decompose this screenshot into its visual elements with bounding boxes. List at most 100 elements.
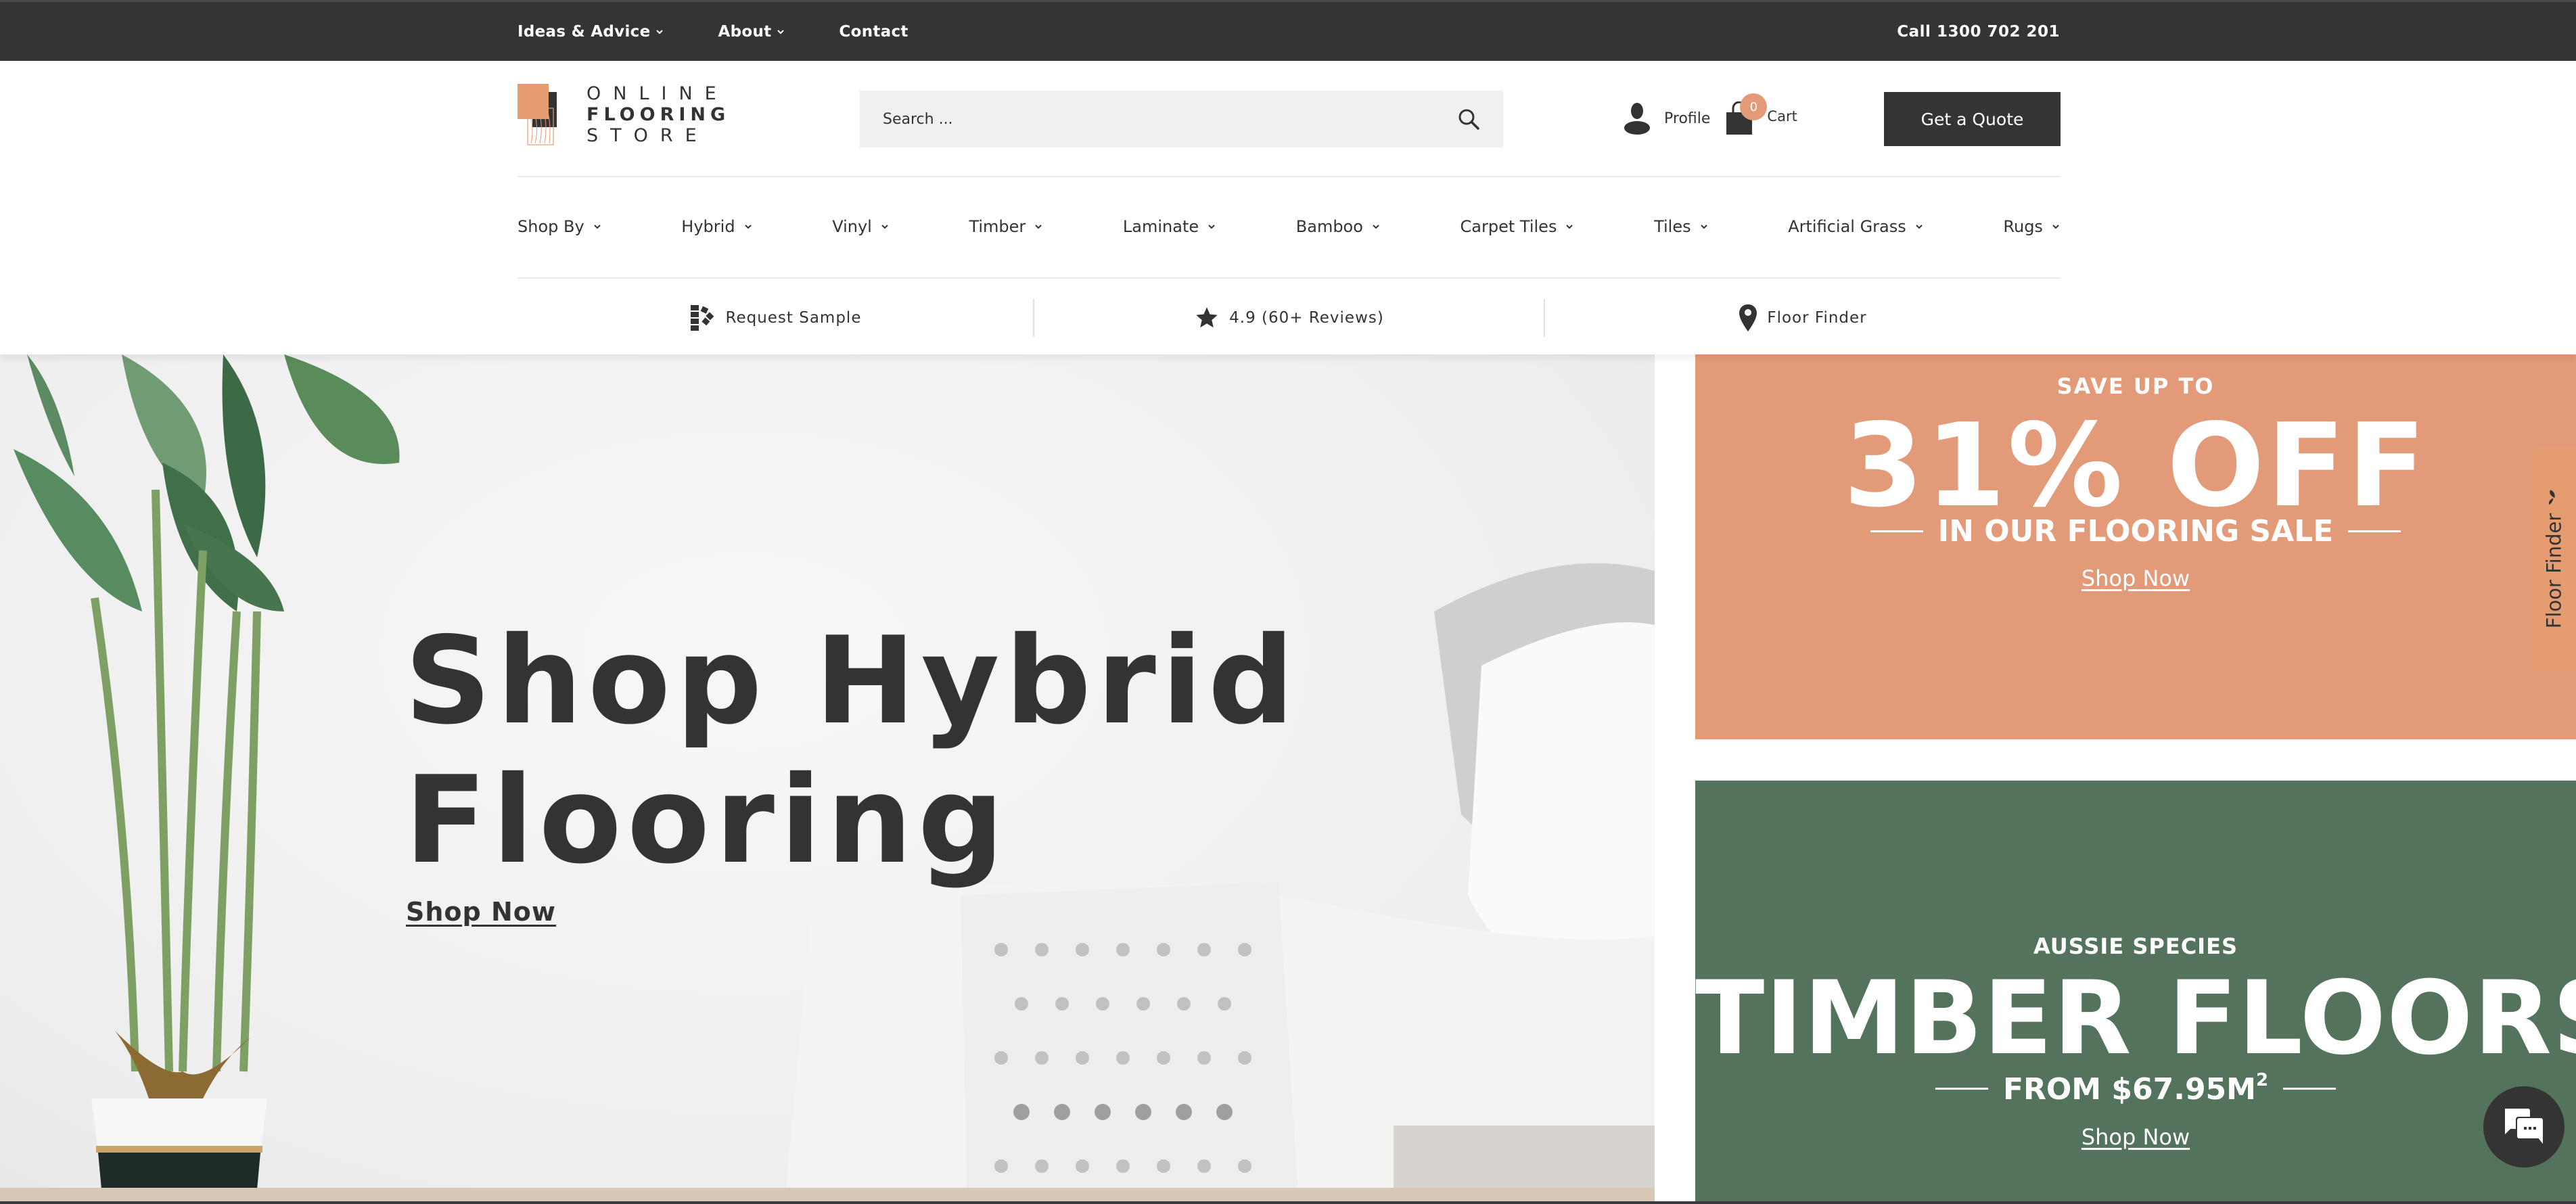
account-area: Profile 0 Cart — [1622, 93, 1797, 135]
hero-title-line1: Shop Hybrid — [405, 611, 1300, 751]
nav-item-hybrid[interactable]: Hybrid — [681, 217, 752, 236]
promo-timber-banner[interactable]: AUSSIE SPECIES TIMBER FLOORS FROM $67.95… — [1695, 781, 2576, 1204]
reviews-label: 4.9 (60+ Reviews) — [1229, 309, 1384, 327]
nav-item-label: Bamboo — [1295, 217, 1363, 236]
top-bar: Ideas & Advice About Contact Call 1300 7… — [0, 0, 2576, 61]
promo-sale-subline-row: IN OUR FLOORING SALE — [1695, 514, 2576, 549]
floor-finder-tab-label: Floor Finder — [2542, 513, 2566, 629]
search-bar — [860, 91, 1503, 147]
promo-timber-kicker: AUSSIE SPECIES — [2033, 933, 2238, 959]
chat-button[interactable] — [2483, 1086, 2564, 1167]
dash-divider — [1935, 1087, 1988, 1090]
promo-sale-banner[interactable]: SAVE UP TO 31% OFF IN OUR FLOORING SALE … — [1695, 354, 2576, 739]
window-bottom-edge — [0, 1201, 2576, 1204]
top-link-label: Contact — [839, 22, 908, 41]
nav-item-label: Rugs — [2003, 217, 2043, 236]
nav-item-label: Timber — [969, 217, 1026, 236]
chevron-down-icon — [1566, 225, 1573, 229]
cart-link[interactable]: 0 Cart — [1725, 93, 1797, 135]
dash-divider — [2283, 1087, 2337, 1090]
chat-bubbles-icon — [2505, 1109, 2543, 1144]
top-link-about[interactable]: About — [718, 23, 785, 41]
chevron-down-icon — [744, 225, 752, 229]
nav-item-shop-by[interactable]: Shop By — [518, 217, 602, 236]
hero-title: Shop Hybrid Flooring — [405, 611, 1300, 890]
promo-timber-price: FROM $67.95M2 — [2003, 1070, 2268, 1107]
divider — [518, 176, 2061, 177]
nav-item-vinyl[interactable]: Vinyl — [832, 217, 890, 236]
nav-item-label: Tiles — [1654, 217, 1691, 236]
nav-item-rugs[interactable]: Rugs — [2003, 217, 2061, 236]
reviews-link[interactable]: 4.9 (60+ Reviews) — [1033, 299, 1545, 337]
profile-label: Profile — [1664, 110, 1711, 127]
promo-sale-kicker: SAVE UP TO — [2056, 373, 2215, 399]
main-nav: Shop By Hybrid Vinyl Timber Laminate Bam… — [518, 196, 2061, 257]
nav-item-label: Vinyl — [832, 217, 872, 236]
floor-finder-side-tab[interactable]: Floor Finder — [2531, 446, 2576, 671]
top-link-label: Ideas & Advice — [518, 22, 651, 41]
cart-label: Cart — [1767, 108, 1797, 124]
top-link-label: About — [718, 22, 772, 41]
nav-item-label: Carpet Tiles — [1460, 217, 1557, 236]
nav-item-label: Shop By — [518, 217, 584, 236]
logo-mark-icon — [518, 83, 557, 145]
site-logo[interactable]: ONLINE FLOORING STORE — [518, 83, 734, 147]
chevron-down-icon — [1916, 225, 1923, 229]
nav-item-label: Artificial Grass — [1788, 217, 1906, 236]
floor-finder-tab-content: Floor Finder — [2542, 489, 2566, 629]
nav-item-label: Hybrid — [681, 217, 735, 236]
request-sample-label: Request Sample — [725, 309, 862, 327]
search-icon[interactable] — [1457, 108, 1480, 131]
floor-finder-label: Floor Finder — [1767, 309, 1867, 327]
dash-divider — [1870, 530, 1923, 532]
usp-bar: Request Sample 4.9 (60+ Reviews) Floor F… — [518, 284, 2061, 352]
map-pin-icon — [1739, 304, 1757, 331]
hero-shop-now-link[interactable]: Shop Now — [406, 897, 556, 927]
logo-word-online: ONLINE — [586, 83, 729, 104]
logo-word-flooring: FLOORING — [586, 104, 731, 125]
hero-title-line2: Flooring — [405, 750, 1010, 890]
user-icon — [1624, 103, 1650, 135]
site-header: ONLINE FLOORING STORE Profile 0 Cart Get… — [0, 61, 2576, 354]
nav-item-bamboo[interactable]: Bamboo — [1296, 217, 1381, 236]
nav-item-label: Laminate — [1122, 217, 1199, 236]
promo-sale-shop-now-link[interactable]: Shop Now — [1695, 565, 2576, 591]
chevron-down-icon — [777, 29, 785, 34]
promo-sale-headline: 31% OFF — [1843, 399, 2428, 533]
get-a-quote-button[interactable]: Get a Quote — [1884, 92, 2061, 146]
promo-sale-subline: IN OUR FLOORING SALE — [1937, 514, 2334, 549]
nav-item-timber[interactable]: Timber — [969, 217, 1043, 236]
phone-link[interactable]: Call 1300 702 201 — [1897, 2, 2060, 61]
top-link-contact[interactable]: Contact — [839, 23, 908, 41]
promo-timber-subline: FROM $67.95M — [2002, 1072, 2256, 1107]
chevron-down-icon — [1700, 225, 1707, 229]
promo-timber-superscript: 2 — [2255, 1070, 2269, 1090]
star-icon — [1196, 307, 1218, 328]
chevron-down-icon — [1208, 225, 1215, 229]
nav-item-laminate[interactable]: Laminate — [1123, 217, 1216, 236]
nav-item-artificial-grass[interactable]: Artificial Grass — [1788, 217, 1924, 236]
top-links: Ideas & Advice About Contact — [518, 2, 963, 61]
chevron-down-icon — [1373, 225, 1379, 229]
request-sample-link[interactable]: Request Sample — [518, 299, 1033, 337]
top-link-ideas-advice[interactable]: Ideas & Advice — [518, 23, 664, 41]
promo-timber-subline-row: FROM $67.95M2 — [1695, 1070, 2576, 1107]
hero-banner[interactable]: Shop Hybrid Flooring Shop Now — [0, 354, 1655, 1204]
search-input[interactable] — [883, 110, 1457, 128]
chevron-down-icon — [881, 225, 888, 229]
logo-word-store: STORE — [586, 125, 709, 146]
nav-item-tiles[interactable]: Tiles — [1654, 217, 1709, 236]
chevron-down-icon — [2052, 225, 2059, 229]
leaf-icon — [2548, 490, 2555, 505]
promo-timber-headline: TIMBER FLOORS — [1695, 960, 2576, 1078]
dash-divider — [2348, 530, 2401, 532]
divider — [518, 277, 2061, 279]
plant-image — [14, 354, 400, 1204]
floor-finder-link[interactable]: Floor Finder — [1545, 299, 2061, 337]
profile-link[interactable]: Profile — [1622, 102, 1710, 135]
nav-item-carpet-tiles[interactable]: Carpet Tiles — [1460, 217, 1575, 236]
chevron-down-icon — [1035, 225, 1042, 229]
chevron-down-icon — [656, 29, 664, 34]
chevron-down-icon — [593, 225, 601, 229]
promo-timber-shop-now-link[interactable]: Shop Now — [1695, 1124, 2576, 1150]
